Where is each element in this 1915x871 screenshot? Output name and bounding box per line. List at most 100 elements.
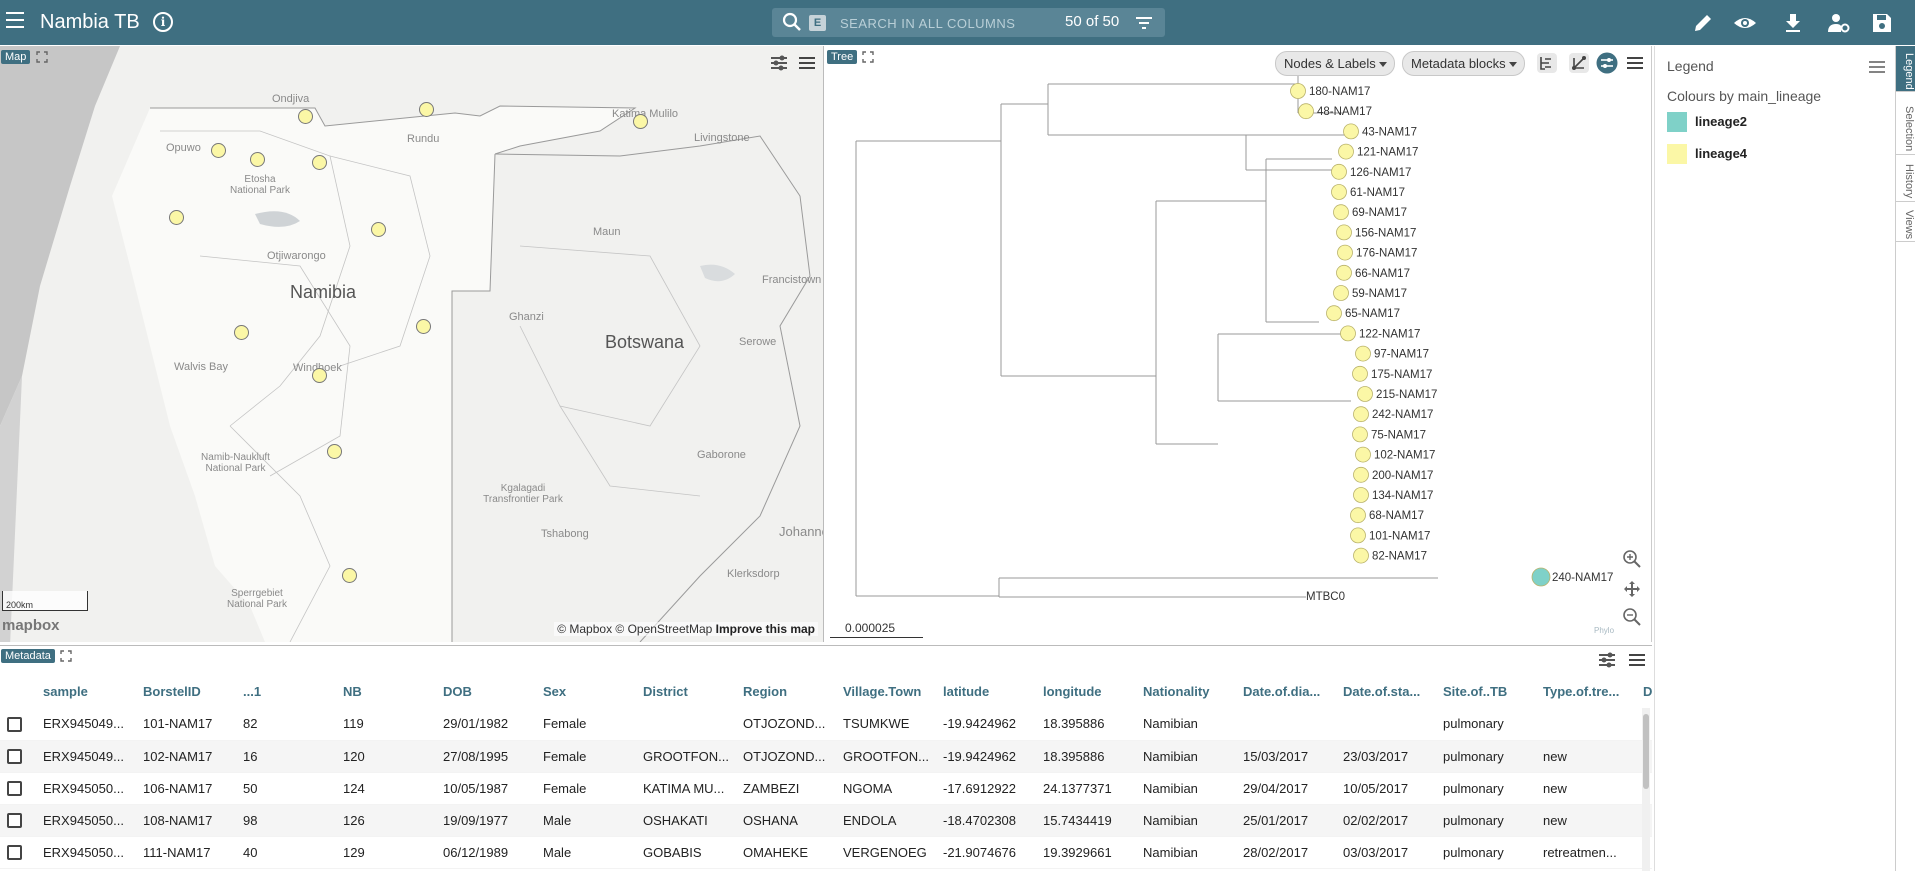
map-marker[interactable] [169, 210, 184, 225]
tree-menu-icon[interactable] [1624, 52, 1646, 74]
scrollbar-thumb[interactable] [1643, 714, 1649, 789]
column-header[interactable]: ...1 [236, 674, 336, 708]
tree-node[interactable] [1531, 567, 1551, 587]
tree-node[interactable] [1353, 487, 1369, 503]
tree-node[interactable] [1353, 547, 1369, 564]
map-marker[interactable] [371, 222, 386, 237]
tree-leaf-label[interactable]: 68-NAM17 [1369, 510, 1424, 522]
tree-node[interactable] [1352, 365, 1368, 382]
tree-node[interactable] [1343, 123, 1359, 140]
tree-leaf-label[interactable]: 215-NAM17 [1376, 389, 1437, 401]
column-header[interactable]: longitude [1036, 674, 1136, 708]
row-checkbox[interactable] [7, 813, 22, 829]
map-marker[interactable] [234, 325, 249, 340]
row-checkbox[interactable] [7, 716, 22, 732]
pan-icon[interactable] [1622, 579, 1642, 599]
expand-icon[interactable] [862, 51, 874, 63]
tree-leaf-label[interactable]: 156-NAM17 [1355, 227, 1416, 239]
row-checkbox[interactable] [7, 845, 22, 861]
tree-leaf-label[interactable]: 242-NAM17 [1372, 409, 1433, 421]
table-controls-icon[interactable] [1596, 649, 1618, 671]
tree-leaf-label[interactable]: 176-NAM17 [1356, 248, 1417, 260]
column-header[interactable]: Region [736, 674, 836, 708]
map-marker[interactable] [211, 143, 226, 158]
download-icon[interactable] [1781, 11, 1805, 35]
table-menu-icon[interactable] [1626, 649, 1648, 671]
filter-icon[interactable] [1135, 15, 1153, 31]
improve-map-link[interactable]: Improve this map [716, 622, 815, 636]
tree-node[interactable] [1350, 507, 1366, 524]
tree-controls-icon[interactable] [1596, 52, 1618, 74]
table-row[interactable]: ERX945050... 111-NAM17 40 129 06/12/1989 Male… [0, 836, 1652, 869]
tree-leaf-label[interactable]: 82-NAM17 [1372, 551, 1427, 563]
tree-leaf-label[interactable]: 43-NAM17 [1362, 126, 1417, 138]
map-marker[interactable] [298, 109, 313, 124]
tree-leaf-label[interactable]: 121-NAM17 [1357, 147, 1418, 159]
legend-item[interactable]: lineage4 [1667, 144, 1867, 166]
map-controls-icon[interactable] [768, 52, 790, 74]
column-header[interactable]: Site.of..TB [1436, 674, 1536, 708]
tree-leaf-label[interactable]: 200-NAM17 [1372, 470, 1433, 482]
legend-menu-icon[interactable] [1868, 60, 1886, 74]
search-box[interactable]: E SEARCH IN ALL COLUMNS 50 of 50 [772, 8, 1165, 37]
attribution-text[interactable]: © Mapbox © OpenStreetMap [557, 622, 712, 636]
tree-type-icon[interactable] [1536, 52, 1558, 74]
column-header[interactable]: Type.of.tre... [1536, 674, 1636, 708]
info-icon[interactable]: i [153, 12, 173, 32]
vertical-scrollbar[interactable] [1642, 708, 1650, 871]
column-header[interactable]: D [1636, 674, 1652, 708]
tree-leaf-label[interactable]: 240-NAM17 [1552, 572, 1613, 584]
table-row[interactable]: ERX945049... 102-NAM17 16 120 27/08/1995 Fema… [0, 740, 1652, 773]
map-marker[interactable] [250, 152, 265, 167]
tree-leaf-label[interactable]: 126-NAM17 [1350, 167, 1411, 179]
map-marker[interactable] [327, 444, 342, 459]
tree-node[interactable] [1331, 184, 1347, 200]
tab-history[interactable]: History [1896, 158, 1915, 202]
tree-leaf-label[interactable]: 102-NAM17 [1374, 450, 1435, 462]
map-marker[interactable] [312, 368, 327, 383]
tree-node[interactable] [1338, 143, 1354, 160]
map-panel[interactable]: Map Ondjiva Opuwo Rundu Katima Mulilo Li… [0, 46, 824, 642]
column-header[interactable]: Date.of.sta... [1336, 674, 1436, 708]
tab-selection[interactable]: Selection [1896, 99, 1915, 155]
save-icon[interactable] [1870, 11, 1894, 35]
tree-node[interactable] [1353, 406, 1369, 423]
column-header[interactable]: Nationality [1136, 674, 1236, 708]
map-marker[interactable] [419, 102, 434, 117]
pencil-icon[interactable] [1691, 11, 1715, 35]
tree-leaf-label[interactable]: 134-NAM17 [1372, 490, 1433, 502]
tree-node[interactable] [1355, 446, 1371, 463]
column-header[interactable]: District [636, 674, 736, 708]
map-marker[interactable] [416, 319, 431, 334]
expand-icon[interactable] [60, 650, 72, 662]
phylogenetic-tree[interactable]: 180-NAM17 48-NAM17 43-NAM17 121-NAM17 126-NA… [826, 46, 1652, 642]
search-input[interactable]: SEARCH IN ALL COLUMNS [840, 16, 1015, 31]
tree-leaf-label[interactable]: 97-NAM17 [1374, 349, 1429, 361]
tree-leaf-label[interactable]: 175-NAM17 [1371, 369, 1432, 381]
tree-node[interactable] [1336, 264, 1352, 281]
tree-panel[interactable]: 180-NAM17 48-NAM17 43-NAM17 121-NAM17 126-NA… [826, 46, 1652, 642]
tree-leaf-label[interactable]: 101-NAM17 [1369, 530, 1430, 542]
column-header[interactable]: BorstelID [136, 674, 236, 708]
tree-node[interactable] [1298, 103, 1314, 120]
nodes-labels-dropdown[interactable]: Nodes & Labels [1275, 51, 1395, 76]
column-header[interactable]: NB [336, 674, 436, 708]
tree-leaf-label[interactable]: 180-NAM17 [1309, 86, 1370, 98]
tree-node[interactable] [1336, 224, 1352, 241]
tree-leaf-label[interactable]: 122-NAM17 [1359, 328, 1420, 340]
tree-node[interactable] [1337, 244, 1353, 261]
tree-node[interactable] [1333, 285, 1349, 301]
tree-node[interactable] [1290, 83, 1306, 99]
tree-leaf-label[interactable]: 75-NAM17 [1371, 429, 1426, 441]
tree-leaf-label[interactable]: MTBC0 [1306, 591, 1345, 603]
table-row[interactable]: ERX945049... 101-NAM17 82 119 29/01/1982 Fema… [0, 708, 1652, 741]
tree-leaf-label[interactable]: 66-NAM17 [1355, 268, 1410, 280]
tree-layout-icon[interactable] [1568, 52, 1590, 74]
tab-legend[interactable]: Legend [1896, 46, 1915, 92]
menu-icon[interactable] [6, 12, 24, 28]
zoom-in-icon[interactable] [1622, 549, 1642, 569]
row-checkbox[interactable] [7, 781, 22, 797]
tree-node[interactable] [1340, 325, 1356, 342]
map-marker[interactable] [312, 155, 327, 170]
row-checkbox[interactable] [7, 749, 22, 765]
